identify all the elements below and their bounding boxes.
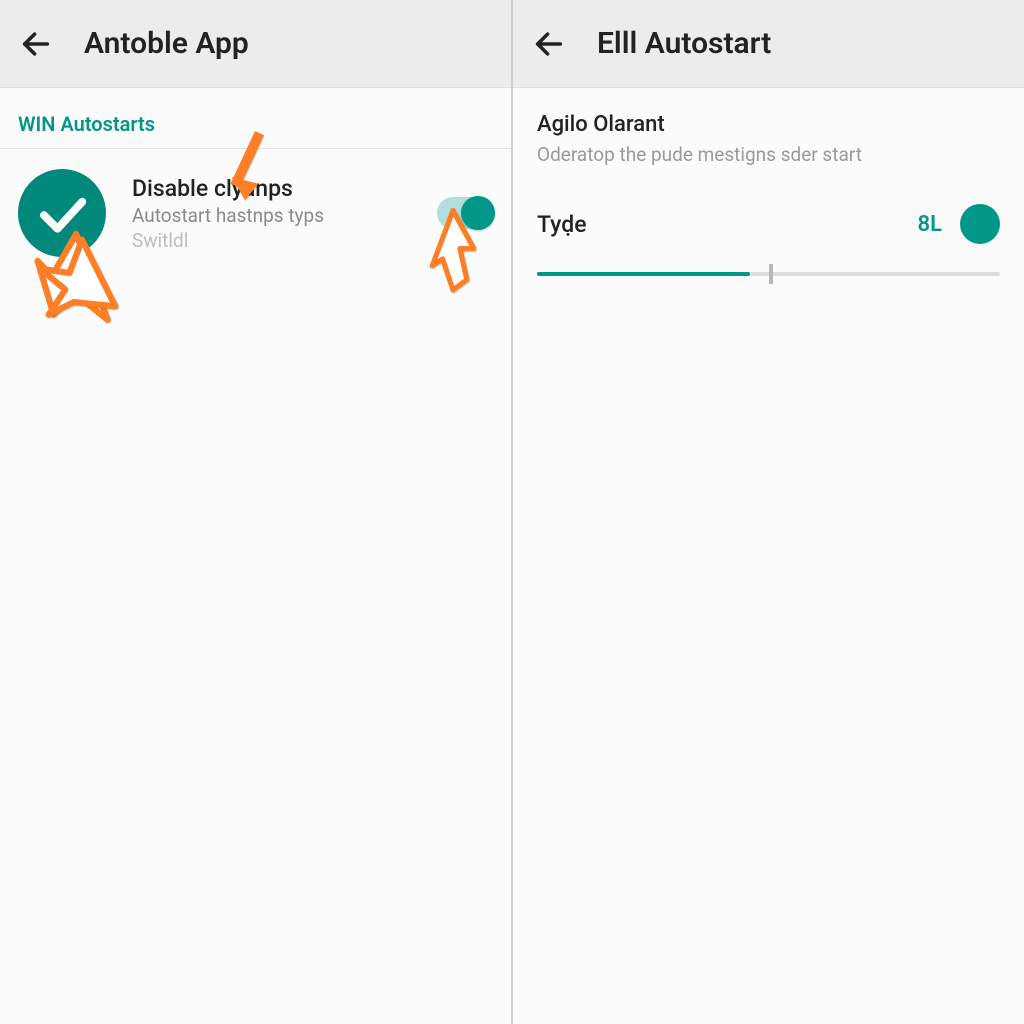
toggle-switch[interactable]	[437, 197, 493, 229]
desc-title: Agilo Olarant	[537, 112, 1000, 137]
section-label: WIN Autostarts	[0, 88, 511, 148]
back-button-right[interactable]	[525, 20, 573, 68]
item-text-block: Disable clyanps Autostart hastnps typs S…	[132, 175, 411, 252]
toggle-knob	[461, 196, 495, 230]
right-title: Elll Autostart	[597, 26, 771, 61]
left-appbar: Antoble App	[0, 0, 511, 88]
slider-track-fill	[537, 272, 750, 276]
back-arrow-icon	[19, 27, 53, 61]
item-subtitle-1: Autostart hastnps typs	[132, 204, 411, 227]
check-icon	[35, 186, 89, 240]
item-title: Disable clyanps	[132, 175, 411, 202]
left-title: Antoble App	[84, 26, 249, 61]
list-item-disable[interactable]: Disable clyanps Autostart hastnps typs S…	[0, 149, 511, 277]
check-avatar	[18, 169, 106, 257]
back-button-left[interactable]	[12, 20, 60, 68]
desc-subtitle: Oderatop the pude mestigns sder start	[537, 143, 1000, 166]
right-pane: Elll Autostart Agilo Olarant Oderatop th…	[513, 0, 1024, 1024]
description-block: Agilo Olarant Oderatop the pude mestigns…	[513, 88, 1024, 174]
slider-value: 8L	[918, 212, 942, 237]
left-pane: Antoble App WIN Autostarts Disable clyan…	[0, 0, 511, 1024]
back-arrow-icon	[532, 27, 566, 61]
slider-thumb[interactable]	[960, 204, 1000, 244]
slider-label: Tyḍe	[537, 211, 587, 238]
slider-row: Tyḍe 8L	[513, 174, 1024, 244]
slider-track[interactable]	[537, 272, 1000, 276]
slider-tick	[769, 264, 773, 284]
item-subtitle-2: Switldl	[132, 229, 411, 252]
right-appbar: Elll Autostart	[513, 0, 1024, 88]
